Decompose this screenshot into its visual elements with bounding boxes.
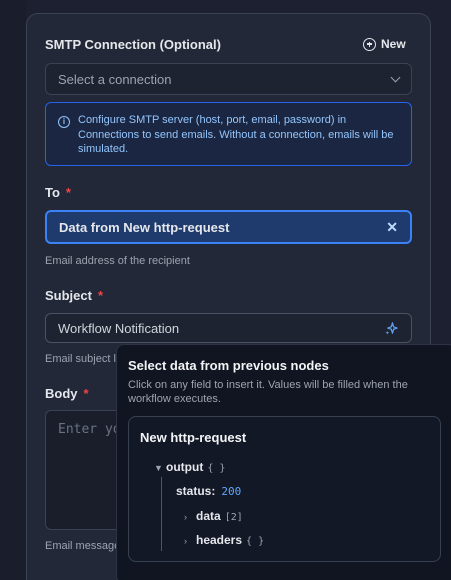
tree-item-output[interactable]: ▼ output{ }	[154, 458, 225, 476]
required-marker: *	[97, 288, 104, 303]
chevron-right-icon: ›	[184, 512, 187, 522]
type-indicator: [2]	[224, 512, 243, 523]
body-label: Body *	[45, 386, 89, 401]
subject-field[interactable]: Workflow Notification	[45, 313, 412, 343]
plus-circle-icon	[363, 37, 376, 51]
subject-helper-text: Email subject l	[45, 353, 116, 365]
tree-item-data[interactable]: › data [2]	[184, 507, 243, 525]
to-label: To *	[45, 185, 71, 200]
popover-title: Select data from previous nodes	[128, 358, 329, 373]
body-helper-text: Email message	[45, 540, 121, 552]
background-left	[0, 0, 26, 580]
subject-value: Workflow Notification	[58, 320, 180, 336]
tree-item-status[interactable]: status: 200	[176, 482, 241, 500]
info-icon: i	[58, 116, 70, 128]
tree-item-headers[interactable]: › headers{ }	[184, 531, 264, 549]
chevron-right-icon: ›	[184, 536, 187, 546]
new-connection-label: New	[381, 37, 406, 51]
node-title: New http-request	[140, 430, 247, 445]
clear-icon[interactable]: ✕	[386, 219, 398, 236]
type-indicator: { }	[207, 463, 226, 474]
body-placeholder: Enter yo	[58, 422, 121, 437]
new-connection-button[interactable]: New	[363, 37, 406, 51]
status-value: 200	[221, 485, 242, 498]
smtp-info-text: Configure SMTP server (host, port, email…	[78, 114, 394, 155]
smtp-connection-label: SMTP Connection (Optional)	[45, 37, 221, 52]
chevron-down-icon: ▼	[154, 463, 163, 473]
to-field[interactable]: Data from New http-request ✕	[45, 210, 412, 244]
data-picker-popover: Select data from previous nodes Click on…	[116, 344, 451, 580]
required-marker: *	[83, 386, 89, 401]
smtp-info-box: i Configure SMTP server (host, port, ema…	[45, 102, 412, 166]
required-marker: *	[65, 185, 71, 200]
node-data-tree: New http-request ▼ output{ } status: 200 ›…	[128, 416, 441, 562]
popover-description: Click on any field to insert it. Values …	[128, 379, 408, 405]
to-value: Data from New http-request	[59, 219, 230, 235]
sparkle-icon[interactable]	[384, 321, 399, 336]
chevron-down-icon	[390, 72, 401, 82]
connection-select-placeholder: Select a connection	[58, 71, 172, 87]
type-indicator: { }	[246, 536, 265, 547]
subject-label: Subject *	[45, 288, 104, 303]
connection-select[interactable]: Select a connection	[45, 63, 412, 95]
tree-guide-line	[161, 477, 162, 551]
to-helper-text: Email address of the recipient	[45, 255, 190, 267]
